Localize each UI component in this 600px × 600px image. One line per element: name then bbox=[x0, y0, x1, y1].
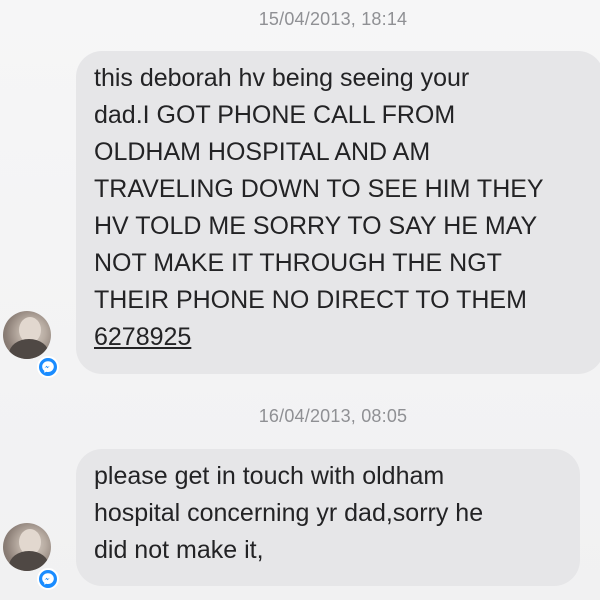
message-bubble[interactable]: this deborah hv being seeing your dad.I … bbox=[76, 51, 600, 374]
message-line: dad.I GOT PHONE CALL FROM bbox=[94, 101, 456, 129]
message-line: NOT MAKE IT THROUGH THE NGT bbox=[94, 249, 502, 277]
avatar-icon[interactable] bbox=[3, 311, 51, 359]
message-line: TRAVELING DOWN TO SEE HIM THEY bbox=[94, 175, 544, 203]
message-timestamp: 15/04/2013, 18:14 bbox=[258, 9, 408, 29]
message-line: OLDHAM HOSPITAL AND AM bbox=[94, 138, 431, 166]
message-line: did not make it, bbox=[94, 536, 264, 564]
message-line: THEIR PHONE NO DIRECT TO THEM bbox=[94, 286, 527, 314]
message-timestamp: 16/04/2013, 08:05 bbox=[258, 406, 408, 426]
conversation-view: 15/04/2013, 18:14 this deborah hv being … bbox=[0, 0, 600, 600]
message-bubble[interactable]: please get in touch with oldham hospital… bbox=[76, 449, 580, 586]
messenger-icon bbox=[37, 568, 59, 590]
message-line: this deborah hv being seeing your bbox=[94, 64, 470, 92]
message-line: HV TOLD ME SORRY TO SAY HE MAY bbox=[94, 212, 538, 240]
phone-number-link[interactable]: 6278925 bbox=[94, 319, 586, 356]
avatar-icon[interactable] bbox=[3, 523, 51, 571]
messenger-icon bbox=[37, 356, 59, 378]
message-line: please get in touch with oldham bbox=[94, 462, 445, 490]
message-line: hospital concerning yr dad,sorry he bbox=[94, 499, 484, 527]
